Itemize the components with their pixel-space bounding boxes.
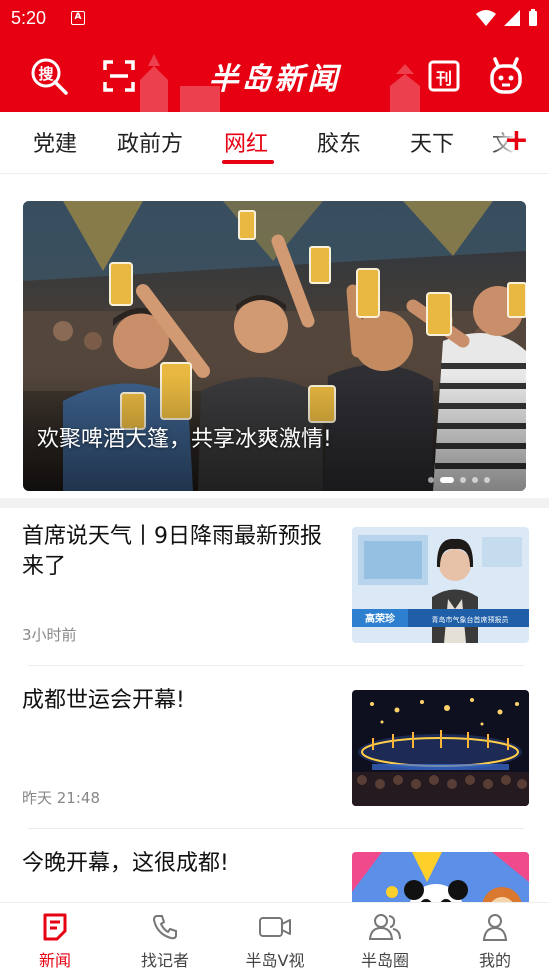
epaper-glyph: 刊 [436,69,452,88]
nav-community[interactable]: 半岛圈 [330,911,440,971]
add-channel-button[interactable]: + [504,126,529,156]
panda-thumbnail-image [352,852,529,902]
video-icon [259,917,291,937]
nav-label: 找记者 [140,951,189,970]
news-title: 首席说天气丨9日降雨最新预报来了 [22,524,322,579]
status-time: 5:20 [11,8,47,28]
epaper-icon: 刊 [428,60,460,92]
tab-world[interactable]: 天下 [410,126,454,158]
news-icon [43,913,67,941]
signal-icon [504,10,520,26]
news-time: 3小时前 [22,626,77,644]
banner-pager [428,477,490,483]
active-tab-indicator [222,160,274,164]
tab-influencer[interactable]: 网红 [224,126,268,158]
news-item[interactable]: 今晚开幕，这很成都! [0,829,549,902]
banner-caption: 欢聚啤酒大篷，共享冰爽激情! [37,427,332,452]
pager-dot [472,477,478,483]
category-tabs: 党建 政前方 网红 胶东 天下 文 + [0,112,549,174]
people-icon [369,914,401,940]
epaper-button[interactable]: 刊 [424,56,464,96]
nav-label: 半岛V视 [245,951,305,970]
app-logo: 半岛新闻 [208,62,341,97]
nav-label: 我的 [478,951,511,970]
system-icons [475,9,539,27]
mascot-button[interactable] [486,56,526,96]
status-bar: 5:20 A [0,0,549,36]
news-thumbnail [352,852,529,902]
reporter-title: 青岛市气象台首席预报员 [432,615,509,624]
news-item[interactable]: 成都世运会开幕! 昨天 21:48 [0,666,549,829]
featured-banner[interactable]: 欢聚啤酒大篷，共享冰爽激情! [23,201,526,491]
tab-party[interactable]: 党建 [33,126,77,158]
tab-jiaodong[interactable]: 胶东 [317,126,361,158]
news-thumbnail: 高荣珍 青岛市气象台首席预报员 [352,527,529,643]
reporter-name: 高荣珍 [365,612,396,625]
nav-find-reporter[interactable]: 找记者 [110,911,220,971]
profile-icon [482,914,508,941]
pager-dot [484,477,490,483]
pager-dot-active [440,477,454,483]
wifi-icon [476,10,496,26]
phone-icon [152,915,177,940]
nav-label: 新闻 [38,951,71,970]
nav-video[interactable]: 半岛V视 [220,911,330,971]
news-time: 昨天 21:48 [22,789,100,807]
nav-news[interactable]: 新闻 [0,911,110,971]
stadium-thumbnail-image [352,690,529,806]
news-item[interactable]: 首席说天气丨9日降雨最新预报来了 3小时前 高荣珍 青岛市气象台首席预报员 [0,508,549,666]
tab-politics[interactable]: 政前方 [117,126,183,158]
notification-icon: A [71,11,85,25]
bottom-nav: 新闻 找记者 半岛V视 半岛圈 我的 [0,902,549,976]
news-title: 今晚开幕，这很成都! [22,851,229,876]
news-thumbnail [352,690,529,806]
weather-thumbnail-image: 高荣珍 青岛市气象台首席预报员 [352,527,529,643]
battery-icon [529,9,537,26]
section-divider [0,498,549,508]
app-header: 搜 半岛新闻 刊 [0,36,549,112]
pager-dot [460,477,466,483]
nav-label: 半岛圈 [360,951,409,970]
news-title: 成都世运会开幕! [22,688,185,713]
nav-profile[interactable]: 我的 [440,911,549,971]
mascot-icon [490,57,522,94]
pager-dot [428,477,434,483]
